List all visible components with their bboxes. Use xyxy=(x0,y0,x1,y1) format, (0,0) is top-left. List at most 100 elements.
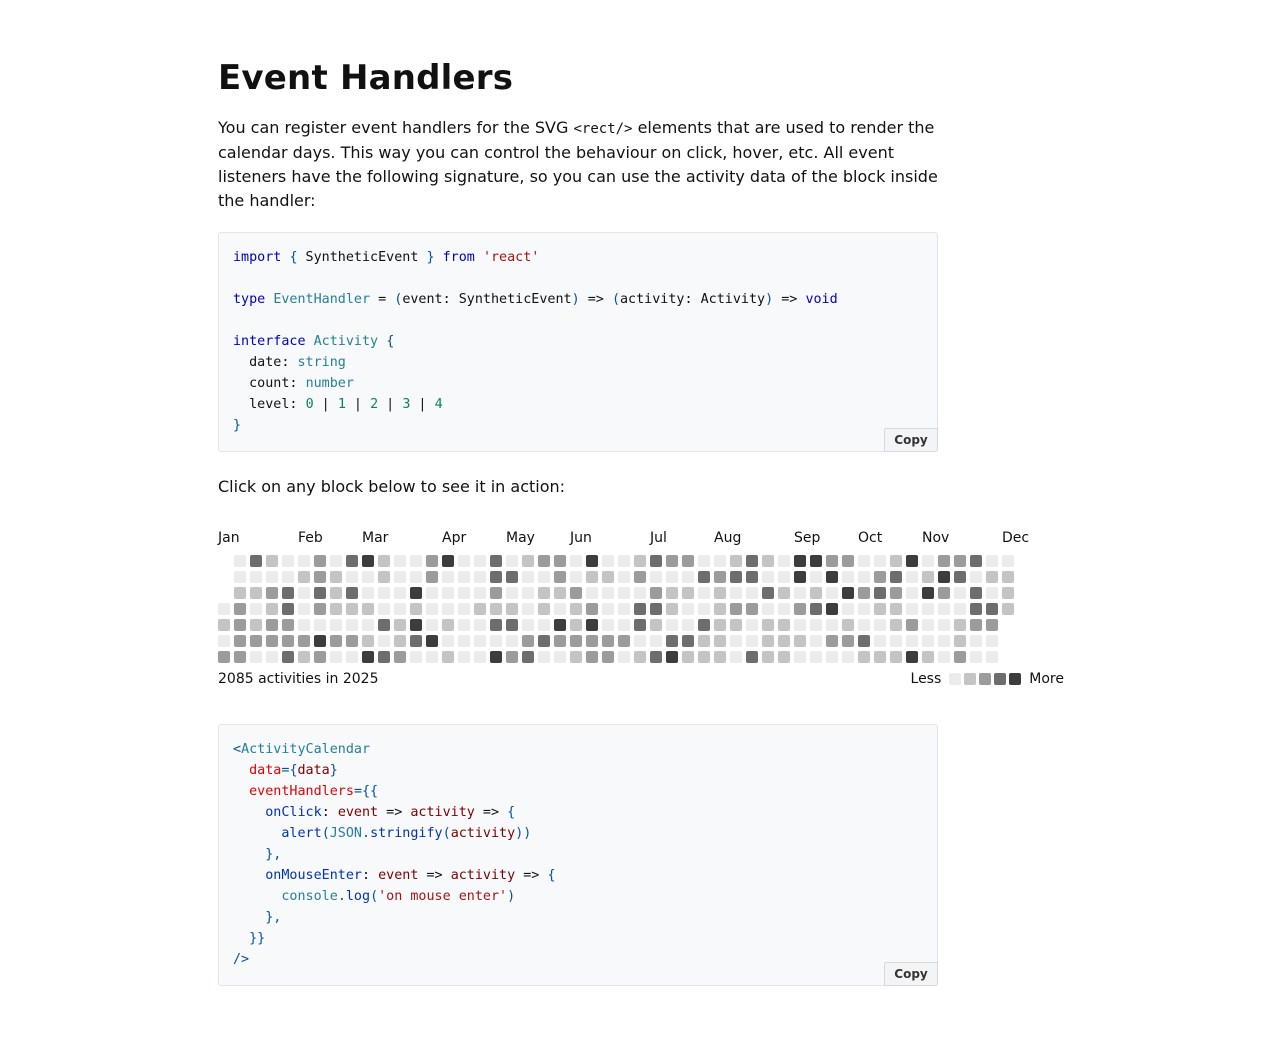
day-block[interactable] xyxy=(410,587,422,599)
day-block[interactable] xyxy=(490,571,502,583)
day-block[interactable] xyxy=(730,619,742,631)
day-block[interactable] xyxy=(746,651,758,663)
day-block[interactable] xyxy=(874,619,886,631)
day-block[interactable] xyxy=(346,619,358,631)
day-block[interactable] xyxy=(458,603,470,615)
day-block[interactable] xyxy=(954,587,966,599)
day-block[interactable] xyxy=(522,571,534,583)
day-block[interactable] xyxy=(234,571,246,583)
day-block[interactable] xyxy=(650,619,662,631)
day-block[interactable] xyxy=(410,635,422,647)
day-block[interactable] xyxy=(906,555,918,567)
day-block[interactable] xyxy=(602,555,614,567)
day-block[interactable] xyxy=(522,555,534,567)
day-block[interactable] xyxy=(762,587,774,599)
day-block[interactable] xyxy=(986,555,998,567)
day-block[interactable] xyxy=(682,587,694,599)
day-block[interactable] xyxy=(314,587,326,599)
day-block[interactable] xyxy=(330,651,342,663)
day-block[interactable] xyxy=(346,603,358,615)
day-block[interactable] xyxy=(474,571,486,583)
day-block[interactable] xyxy=(250,619,262,631)
day-block[interactable] xyxy=(634,619,646,631)
day-block[interactable] xyxy=(426,587,438,599)
day-block[interactable] xyxy=(474,603,486,615)
day-block[interactable] xyxy=(698,587,710,599)
day-block[interactable] xyxy=(922,587,934,599)
day-block[interactable] xyxy=(1002,571,1014,583)
day-block[interactable] xyxy=(410,603,422,615)
day-block[interactable] xyxy=(266,635,278,647)
day-block[interactable] xyxy=(458,587,470,599)
day-block[interactable] xyxy=(378,651,390,663)
day-block[interactable] xyxy=(506,635,518,647)
day-block[interactable] xyxy=(858,603,870,615)
day-block[interactable] xyxy=(762,619,774,631)
day-block[interactable] xyxy=(362,635,374,647)
day-block[interactable] xyxy=(714,603,726,615)
day-block[interactable] xyxy=(554,555,566,567)
day-block[interactable] xyxy=(506,619,518,631)
day-block[interactable] xyxy=(298,635,310,647)
day-block[interactable] xyxy=(570,635,582,647)
day-block[interactable] xyxy=(1002,555,1014,567)
day-block[interactable] xyxy=(282,635,294,647)
day-block[interactable] xyxy=(522,619,534,631)
day-block[interactable] xyxy=(890,603,902,615)
day-block[interactable] xyxy=(506,555,518,567)
day-block[interactable] xyxy=(394,651,406,663)
day-block[interactable] xyxy=(394,619,406,631)
day-block[interactable] xyxy=(426,555,438,567)
day-block[interactable] xyxy=(762,603,774,615)
day-block[interactable] xyxy=(618,587,630,599)
day-block[interactable] xyxy=(682,603,694,615)
day-block[interactable] xyxy=(314,635,326,647)
day-block[interactable] xyxy=(538,651,550,663)
day-block[interactable] xyxy=(602,651,614,663)
day-block[interactable] xyxy=(362,603,374,615)
day-block[interactable] xyxy=(730,587,742,599)
day-block[interactable] xyxy=(922,603,934,615)
day-block[interactable] xyxy=(730,635,742,647)
day-block[interactable] xyxy=(362,651,374,663)
day-block[interactable] xyxy=(970,571,982,583)
day-block[interactable] xyxy=(218,651,230,663)
day-block[interactable] xyxy=(314,619,326,631)
day-block[interactable] xyxy=(458,619,470,631)
day-block[interactable] xyxy=(218,603,230,615)
day-block[interactable] xyxy=(778,651,790,663)
day-block[interactable] xyxy=(650,587,662,599)
day-block[interactable] xyxy=(666,587,678,599)
day-block[interactable] xyxy=(330,603,342,615)
day-block[interactable] xyxy=(218,619,230,631)
day-block[interactable] xyxy=(394,571,406,583)
day-block[interactable] xyxy=(986,587,998,599)
day-block[interactable] xyxy=(730,555,742,567)
day-block[interactable] xyxy=(506,571,518,583)
day-block[interactable] xyxy=(826,651,838,663)
day-block[interactable] xyxy=(858,619,870,631)
day-block[interactable] xyxy=(778,571,790,583)
day-block[interactable] xyxy=(538,571,550,583)
day-block[interactable] xyxy=(490,587,502,599)
day-block[interactable] xyxy=(650,555,662,567)
day-block[interactable] xyxy=(938,555,950,567)
day-block[interactable] xyxy=(570,555,582,567)
day-block[interactable] xyxy=(266,555,278,567)
day-block[interactable] xyxy=(810,571,822,583)
day-block[interactable] xyxy=(954,651,966,663)
day-block[interactable] xyxy=(330,635,342,647)
day-block[interactable] xyxy=(474,635,486,647)
day-block[interactable] xyxy=(682,635,694,647)
day-block[interactable] xyxy=(634,603,646,615)
day-block[interactable] xyxy=(826,603,838,615)
day-block[interactable] xyxy=(890,635,902,647)
day-block[interactable] xyxy=(442,651,454,663)
day-block[interactable] xyxy=(650,603,662,615)
day-block[interactable] xyxy=(890,555,902,567)
day-block[interactable] xyxy=(522,587,534,599)
day-block[interactable] xyxy=(698,619,710,631)
day-block[interactable] xyxy=(506,603,518,615)
day-block[interactable] xyxy=(458,651,470,663)
day-block[interactable] xyxy=(922,571,934,583)
